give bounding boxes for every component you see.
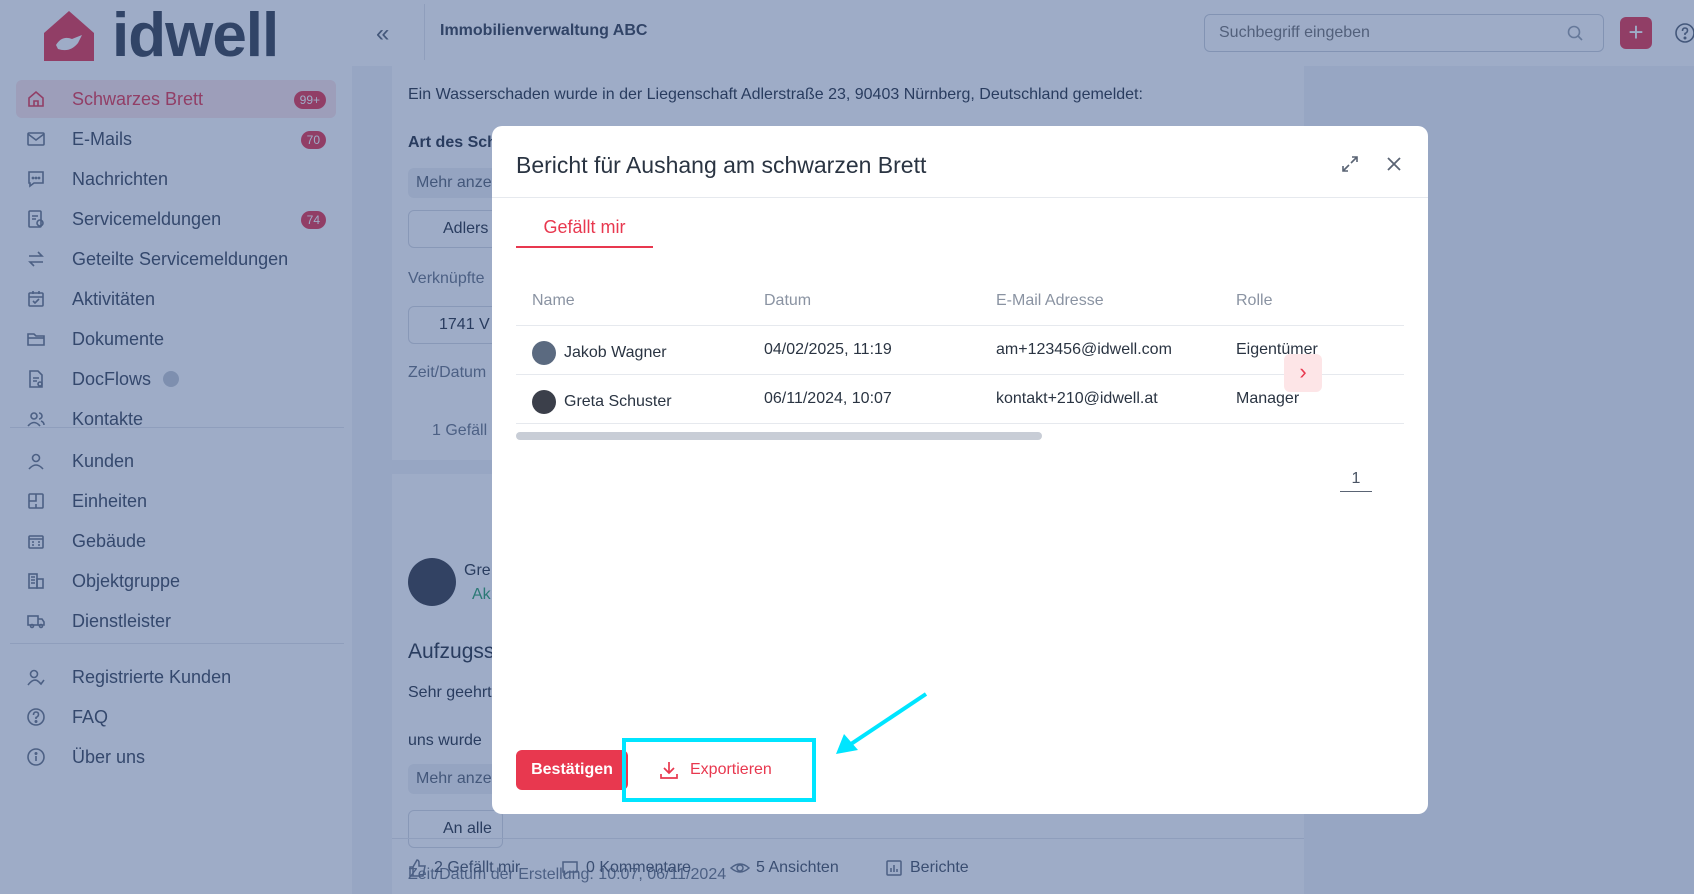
column-header-name[interactable]: Name xyxy=(532,292,575,310)
column-header-date[interactable]: Datum xyxy=(764,292,811,310)
expand-icon[interactable] xyxy=(1340,154,1360,174)
role-cell: Manager xyxy=(1236,390,1300,407)
table-row[interactable]: Greta Schuster 06/11/2024, 10:07 kontakt… xyxy=(516,375,1404,424)
column-header-role[interactable]: Rolle xyxy=(1236,292,1272,310)
user-avatar xyxy=(532,341,556,365)
horizontal-scrollbar[interactable] xyxy=(516,432,1042,440)
date-cell: 06/11/2024, 10:07 xyxy=(764,390,892,407)
date-cell: 04/02/2025, 11:19 xyxy=(764,341,892,358)
email-cell: kontakt+210@idwell.at xyxy=(996,390,1158,407)
tab-gefaellt-mir[interactable]: Gefällt mir xyxy=(516,214,653,248)
user-avatar xyxy=(532,390,556,414)
table-header-row: Name Datum E-Mail Adresse Rolle xyxy=(516,276,1404,326)
modal-header: Bericht für Aushang am schwarzen Brett xyxy=(492,126,1428,198)
chevron-right-icon: › xyxy=(1299,359,1307,384)
highlight-box xyxy=(622,738,816,802)
confirm-button[interactable]: Bestätigen xyxy=(516,750,628,790)
close-icon[interactable] xyxy=(1384,154,1404,174)
user-name: Jakob Wagner xyxy=(564,344,667,361)
table-row[interactable]: Jakob Wagner 04/02/2025, 11:19 am+123456… xyxy=(516,326,1404,375)
pointer-arrow-icon xyxy=(836,692,928,754)
name-cell: Greta Schuster xyxy=(532,390,672,414)
likes-table: Name Datum E-Mail Adresse Rolle Jakob Wa… xyxy=(516,276,1404,424)
scroll-right-button[interactable]: › xyxy=(1284,354,1322,392)
user-name: Greta Schuster xyxy=(564,393,672,410)
name-cell: Jakob Wagner xyxy=(532,341,667,365)
column-header-email[interactable]: E-Mail Adresse xyxy=(996,292,1104,310)
pagination-page[interactable]: 1 xyxy=(1340,470,1372,492)
report-modal: Bericht für Aushang am schwarzen Brett G… xyxy=(492,126,1428,814)
modal-title: Bericht für Aushang am schwarzen Brett xyxy=(516,152,927,178)
email-cell: am+123456@idwell.com xyxy=(996,341,1172,358)
